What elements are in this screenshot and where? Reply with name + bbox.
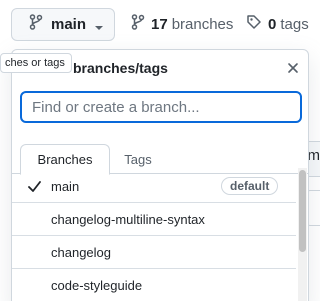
branch-item[interactable]: changelog-multiline-syntax [12, 203, 296, 236]
branches-count: 17 [151, 15, 168, 33]
tags-link[interactable]: 0 tags [246, 14, 309, 34]
tooltip: ches or tags [0, 53, 72, 73]
current-branch-label: main [51, 16, 87, 33]
git-branch-icon [131, 14, 151, 34]
tags-label: tags [280, 15, 309, 33]
branch-name: code-styleguide [51, 277, 143, 293]
tooltip-text: ches or tags [5, 57, 65, 69]
close-icon[interactable] [287, 61, 299, 79]
branch-dropdown-panel: branches/tags Branches Tags main default… [11, 49, 309, 301]
tag-icon [246, 14, 268, 34]
repo-branch-switcher-view: main 17 branches 0 tags m branches/tags … [0, 0, 320, 301]
check-icon [28, 180, 41, 195]
background-partial-text: m [307, 147, 320, 164]
branch-name: changelog-multiline-syntax [51, 211, 205, 227]
panel-title: branches/tags [73, 60, 168, 76]
branch-item-main[interactable]: main default [12, 170, 296, 203]
branch-search-input[interactable] [20, 91, 302, 123]
branch-item[interactable]: changelog [12, 236, 296, 269]
branches-label: branches [171, 15, 234, 33]
branch-list: main default changelog-multiline-syntax … [12, 170, 296, 301]
caret-down-icon [94, 20, 104, 38]
branch-name: changelog [51, 244, 111, 260]
branches-link[interactable]: 17 branches [131, 14, 233, 34]
tags-count: 0 [268, 15, 277, 33]
branch-name: main [51, 178, 80, 194]
git-branch-icon [29, 14, 43, 35]
scrollbar-thumb[interactable] [299, 170, 306, 252]
default-badge: default [221, 177, 279, 195]
branch-item[interactable]: code-styleguide [12, 269, 296, 301]
branch-select-button[interactable]: main [11, 8, 115, 41]
